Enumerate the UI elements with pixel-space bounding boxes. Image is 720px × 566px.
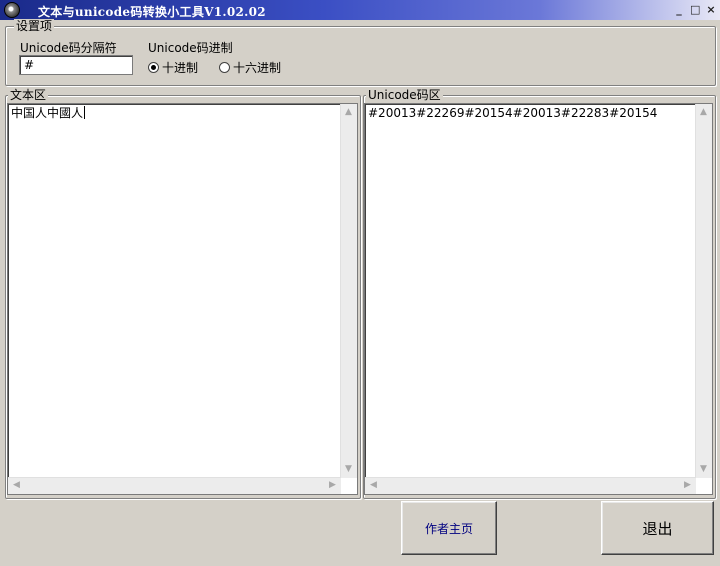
radio-hexadecimal-label: 十六进制 <box>233 61 282 75</box>
radio-decimal[interactable]: 十进制 <box>148 59 198 76</box>
scroll-left-arrow-icon[interactable]: ◀ <box>9 478 24 493</box>
scroll-down-arrow-icon[interactable]: ▼ <box>341 462 356 477</box>
text-area-hscrollbar[interactable]: ◀ ▶ <box>8 477 341 494</box>
app-window: 文本与unicode码转换小工具V1.02.02 _ □ × 设置项 Unico… <box>0 0 720 566</box>
unicode-area-vscrollbar[interactable]: ▲ ▼ <box>695 104 712 478</box>
window-controls: _ □ × <box>674 4 716 16</box>
scroll-up-arrow-icon[interactable]: ▲ <box>696 105 711 120</box>
maximize-button[interactable]: □ <box>690 4 700 16</box>
title-bar[interactable]: 文本与unicode码转换小工具V1.02.02 _ □ × <box>0 0 720 20</box>
radio-hexadecimal[interactable]: 十六进制 <box>219 59 281 76</box>
scroll-left-arrow-icon[interactable]: ◀ <box>366 478 381 493</box>
scroll-right-arrow-icon[interactable]: ▶ <box>680 478 695 493</box>
text-area-content: 中国人中國人 <box>11 106 86 120</box>
radio-decimal-indicator[interactable] <box>148 62 159 73</box>
window-title: 文本与unicode码转换小工具V1.02.02 <box>38 5 266 19</box>
unicode-area-hscrollbar[interactable]: ◀ ▶ <box>365 477 696 494</box>
radix-label: Unicode码进制 <box>148 41 233 55</box>
scroll-up-arrow-icon[interactable]: ▲ <box>341 105 356 120</box>
settings-legend: 设置项 <box>14 19 55 33</box>
unicode-area-content: #20013#22269#20154#20013#22283#20154 <box>368 106 658 120</box>
scroll-down-arrow-icon[interactable]: ▼ <box>696 462 711 477</box>
minimize-button[interactable]: _ <box>674 4 684 16</box>
close-button[interactable]: × <box>706 4 716 16</box>
exit-button[interactable]: 退出 <box>601 501 714 555</box>
radio-hexadecimal-indicator[interactable] <box>219 62 230 73</box>
unicode-area-legend: Unicode码区 <box>366 88 443 102</box>
text-area-input[interactable]: 中国人中國人 ▲ ▼ ◀ ▶ <box>7 103 358 495</box>
author-home-button[interactable]: 作者主页 <box>401 501 497 555</box>
text-area-vscrollbar[interactable]: ▲ ▼ <box>340 104 357 478</box>
app-icon[interactable] <box>4 2 20 18</box>
separator-label: Unicode码分隔符 <box>20 41 117 55</box>
separator-input[interactable]: # <box>19 55 133 75</box>
radio-decimal-label: 十进制 <box>162 61 199 75</box>
unicode-area-input[interactable]: #20013#22269#20154#20013#22283#20154 ▲ ▼… <box>364 103 713 495</box>
text-area-legend: 文本区 <box>8 88 49 102</box>
scroll-right-arrow-icon[interactable]: ▶ <box>325 478 340 493</box>
